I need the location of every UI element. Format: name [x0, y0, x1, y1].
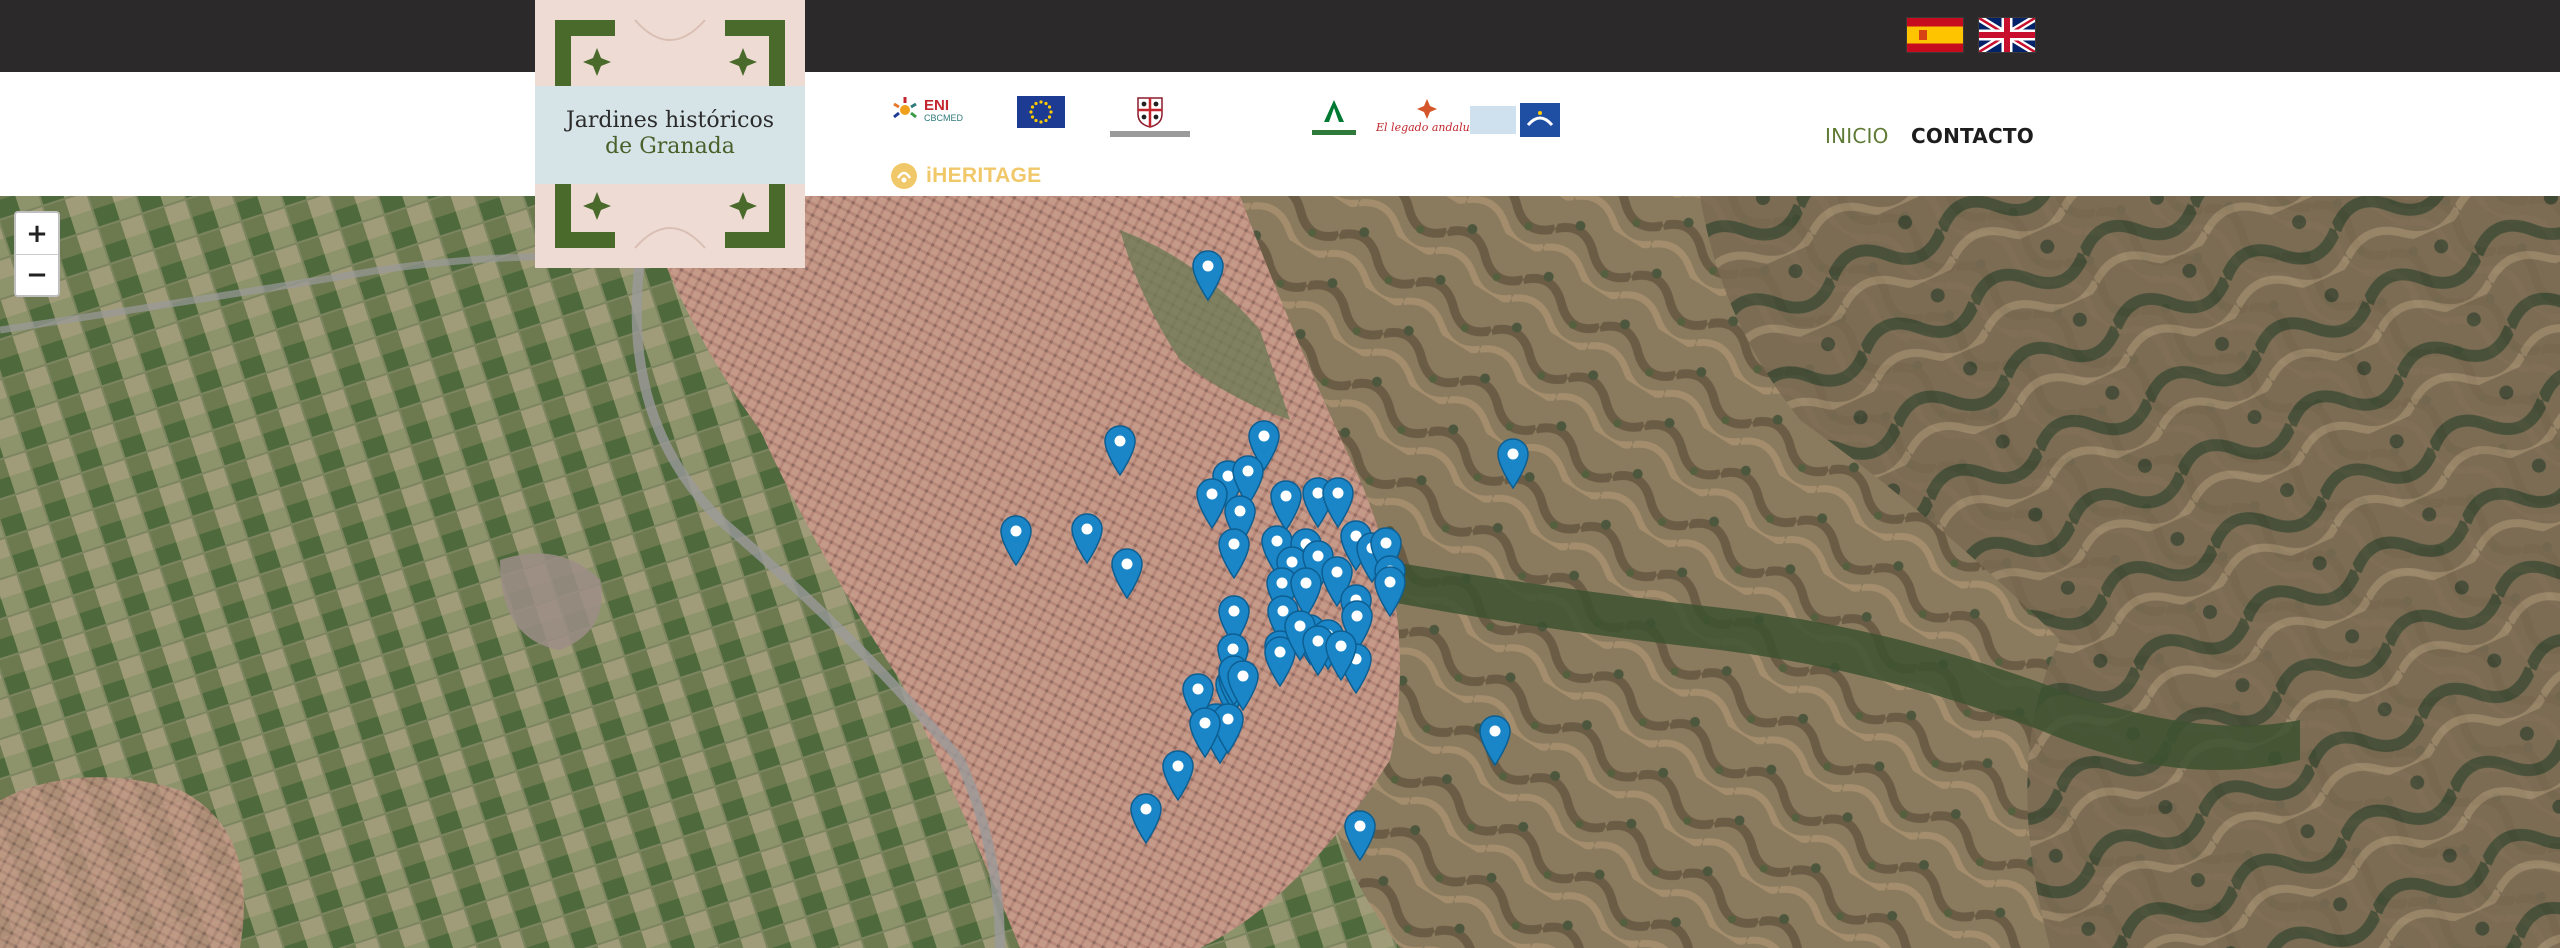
map-marker-icon[interactable] — [1373, 564, 1407, 618]
eni-cbcmed-logo: ENI CBCMED — [890, 95, 963, 125]
junta-andalucia-icon — [1324, 100, 1344, 122]
map-marker-icon[interactable] — [1070, 511, 1104, 565]
cbcmed-text: CBCMED — [924, 112, 964, 123]
eni-sunburst-icon — [893, 97, 917, 119]
legado-andalusi-star-icon — [1417, 99, 1438, 119]
map-marker-icon[interactable] — [1324, 628, 1358, 682]
zoom-out-button[interactable]: − — [16, 254, 58, 295]
site-title: Jardines históricos de Granada — [535, 108, 805, 160]
iheritage-icon — [891, 163, 917, 189]
fundacion-legado-andalusi-logo: El legado andalusí — [1376, 98, 1479, 134]
nav-inicio[interactable]: INICIO — [1825, 124, 1889, 148]
map-marker-icon[interactable] — [1496, 436, 1530, 490]
map-marker-icon[interactable] — [1161, 748, 1195, 802]
site-header: INICIO CONTACTO — [0, 72, 2560, 196]
map-zoom-control: + − — [14, 211, 60, 297]
eu-funding-logo — [1017, 96, 1065, 128]
uk-flag-icon[interactable] — [1977, 15, 2037, 55]
council-of-europe-logo — [1470, 103, 1560, 137]
eni-text: ENI — [924, 96, 950, 114]
council-of-europe-icon — [1520, 103, 1560, 137]
map-marker-icon[interactable] — [1110, 546, 1144, 600]
map-marker-icon[interactable] — [1129, 791, 1163, 845]
sardinia-region-logo — [1110, 96, 1190, 137]
spain-flag-icon[interactable] — [1907, 18, 1963, 52]
map-marker-icon[interactable] — [1103, 423, 1137, 477]
eu-flag-icon — [1017, 96, 1065, 128]
map-marker-icon[interactable] — [1217, 526, 1251, 580]
site-title-line1: Jardines históricos — [565, 108, 775, 133]
zoom-in-button[interactable]: + — [16, 213, 58, 254]
site-title-line2: de Granada — [605, 134, 735, 159]
top-bar — [0, 0, 2560, 72]
map-marker-icon[interactable] — [1191, 248, 1225, 302]
map-marker-icon[interactable] — [999, 513, 1033, 567]
sardinia-crest-icon — [1137, 97, 1163, 128]
iheritage-logo: iHERITAGE — [890, 162, 1041, 190]
nav-contacto[interactable]: CONTACTO — [1911, 124, 2034, 148]
map-marker-icon[interactable] — [1478, 713, 1512, 767]
junta-andalucia-logo — [1312, 98, 1356, 135]
map-marker-icon[interactable] — [1343, 808, 1377, 862]
legado-andalusi-text: El legado andalusí — [1376, 121, 1479, 134]
iheritage-text: iHERITAGE — [926, 164, 1042, 187]
site-logo[interactable]: Jardines históricos de Granada — [535, 0, 805, 268]
